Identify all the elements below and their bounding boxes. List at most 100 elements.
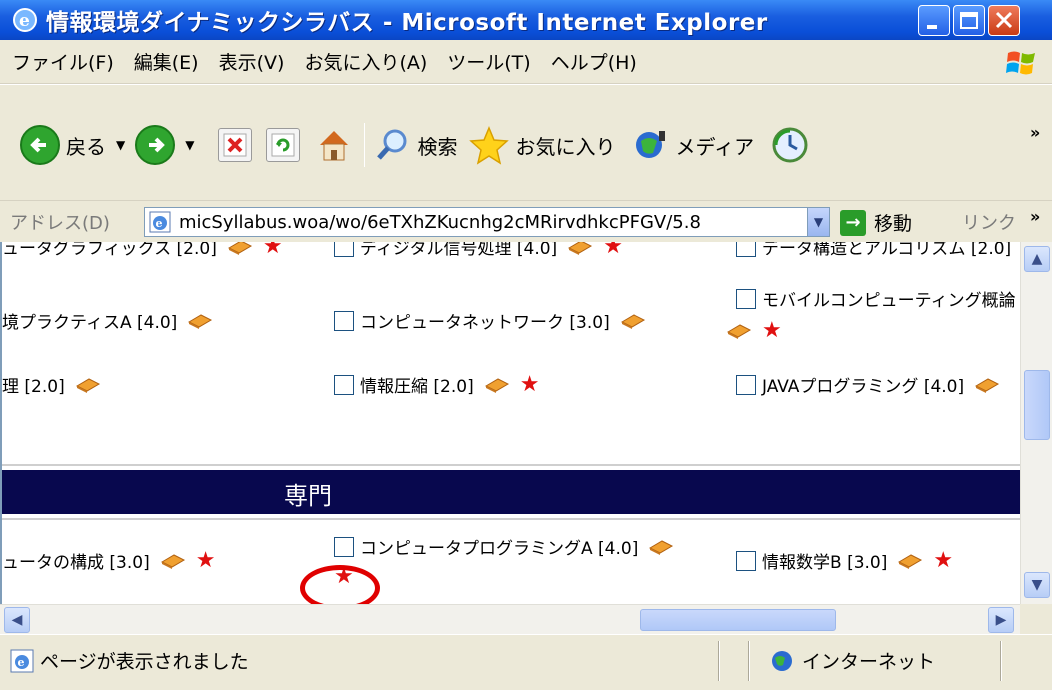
menu-view[interactable]: 表示(V) [219, 48, 285, 75]
course-title[interactable]: 境プラクティスA [4.0] [2, 308, 177, 333]
course-checkbox[interactable] [334, 310, 354, 331]
scroll-right-button[interactable]: ▶ [988, 607, 1014, 633]
page-content: ュータグラフィックス [2.0] ★ ディジタル信号処理 [4.0] ★ データ… [0, 242, 1020, 604]
forward-dropdown-icon[interactable]: ▼ [185, 138, 194, 152]
book-icon[interactable] [974, 376, 1000, 394]
star-icon[interactable]: ★ [603, 242, 623, 258]
address-bar: アドレス(D) e micSyllabus.woa/wo/6eTXhZKucnh… [0, 200, 1052, 242]
course-title[interactable]: ュータの構成 [3.0] [2, 548, 150, 573]
star-icon[interactable]: ★ [933, 549, 953, 572]
links-label[interactable]: リンク [962, 209, 1016, 235]
forward-button[interactable] [135, 125, 176, 165]
horizontal-scroll-thumb[interactable] [640, 609, 836, 631]
title-bar: e 情報環境ダイナミックシラバス - Microsoft Internet Ex… [0, 0, 1052, 40]
maximize-button[interactable] [953, 5, 985, 36]
history-icon[interactable] [770, 125, 810, 165]
horizontal-scrollbar[interactable]: ◀ ▶ [0, 604, 1020, 634]
section-divider [2, 518, 1020, 520]
book-icon[interactable] [648, 538, 674, 556]
course-title[interactable]: 情報圧縮 [2.0] [360, 372, 474, 397]
course-title[interactable]: コンピュータネットワーク [3.0] [360, 308, 610, 333]
course-item: ュータの構成 [3.0] ★ [2, 548, 215, 573]
stop-icon [223, 133, 247, 157]
course-item: JAVAプログラミング [4.0] [736, 372, 1000, 397]
go-label: 移動 [874, 213, 913, 235]
vertical-scroll-thumb[interactable] [1024, 370, 1050, 440]
address-dropdown-icon[interactable]: ▼ [807, 208, 829, 236]
close-button[interactable] [988, 5, 1020, 36]
menu-favorites[interactable]: お気に入り(A) [304, 48, 427, 75]
book-icon[interactable] [187, 312, 213, 330]
menu-help[interactable]: ヘルプ(H) [551, 48, 637, 75]
vertical-scrollbar[interactable]: ▲ ▼ [1020, 242, 1052, 604]
zone-label: インターネット [802, 651, 936, 673]
course-item: ディジタル信号処理 [4.0] ★ [334, 242, 623, 259]
windows-logo-icon [1006, 51, 1035, 75]
back-dropdown-icon[interactable]: ▼ [116, 138, 125, 152]
course-item: 理 [2.0] [2, 372, 101, 397]
course-item: データ構造とアルゴリズム [2.0] [736, 242, 1011, 259]
book-icon[interactable] [75, 376, 101, 394]
course-title[interactable]: データ構造とアルゴリズム [2.0] [762, 242, 1011, 259]
book-icon[interactable] [484, 376, 510, 394]
search-icon[interactable] [375, 127, 411, 163]
course-title[interactable]: ディジタル信号処理 [4.0] [360, 242, 557, 259]
search-label[interactable]: 検索 [417, 131, 457, 160]
book-icon[interactable] [726, 322, 752, 340]
favorites-label[interactable]: お気に入り [515, 131, 615, 160]
media-label[interactable]: メディア [675, 131, 754, 160]
course-checkbox[interactable] [334, 536, 354, 557]
book-icon[interactable] [227, 242, 253, 256]
section-header: 専門 [2, 470, 1020, 514]
home-icon [320, 131, 349, 161]
menu-edit[interactable]: 編集(E) [134, 48, 199, 75]
scroll-left-button[interactable]: ◀ [4, 607, 30, 633]
course-item: 情報数学B [3.0] ★ [736, 548, 953, 573]
course-checkbox[interactable] [736, 288, 756, 309]
book-icon[interactable] [620, 312, 646, 330]
toolbar-more-chevron[interactable]: » [1030, 123, 1040, 142]
course-title[interactable]: JAVAプログラミング [4.0] [762, 372, 964, 397]
stop-button[interactable] [218, 128, 253, 162]
course-title[interactable]: 理 [2.0] [2, 372, 65, 397]
media-icon[interactable] [633, 127, 669, 163]
address-field[interactable]: e micSyllabus.woa/wo/6eTXhZKucnhg2cMRirv… [144, 207, 830, 237]
course-checkbox[interactable] [736, 374, 756, 395]
scroll-up-button[interactable]: ▲ [1024, 246, 1050, 272]
menu-file[interactable]: ファイル(F) [12, 48, 114, 75]
course-checkbox[interactable] [334, 242, 354, 257]
book-icon[interactable] [160, 552, 186, 570]
course-item: コンピュータプログラミングA [4.0] [334, 534, 674, 559]
svg-text:e: e [156, 217, 163, 230]
go-button[interactable]: → 移動 [840, 209, 912, 236]
course-item: 境プラクティスA [4.0] [2, 308, 213, 333]
book-icon[interactable] [567, 242, 593, 256]
back-label[interactable]: 戻る [66, 131, 106, 160]
scroll-corner [1020, 604, 1052, 634]
book-icon[interactable] [897, 552, 923, 570]
star-icon[interactable]: ★ [263, 242, 283, 258]
minimize-button[interactable] [918, 5, 950, 36]
star-icon[interactable]: ★ [196, 549, 216, 572]
address-value[interactable]: micSyllabus.woa/wo/6eTXhZKucnhg2cMRirvdh… [179, 212, 701, 233]
course-checkbox[interactable] [736, 550, 756, 571]
back-button[interactable] [20, 125, 60, 165]
home-button[interactable] [314, 125, 354, 165]
menu-tools[interactable]: ツール(T) [447, 48, 530, 75]
course-checkbox[interactable] [334, 374, 354, 395]
ie-icon: e [13, 8, 37, 32]
course-title[interactable]: ュータグラフィックス [2.0] [2, 242, 217, 259]
refresh-icon [271, 133, 295, 157]
status-separator [718, 641, 720, 681]
course-checkbox[interactable] [736, 242, 756, 257]
globe-icon [772, 650, 792, 671]
scroll-down-button[interactable]: ▼ [1024, 572, 1050, 598]
course-title[interactable]: モバイルコンピューティング概論 [762, 286, 1016, 311]
course-title[interactable]: 情報数学B [3.0] [762, 548, 887, 573]
links-chevron[interactable]: » [1030, 207, 1040, 226]
favorites-star-icon[interactable] [469, 125, 510, 165]
star-icon[interactable]: ★ [762, 320, 782, 342]
star-icon[interactable]: ★ [520, 373, 540, 396]
refresh-button[interactable] [266, 128, 301, 162]
course-title[interactable]: コンピュータプログラミングA [4.0] [360, 534, 638, 559]
